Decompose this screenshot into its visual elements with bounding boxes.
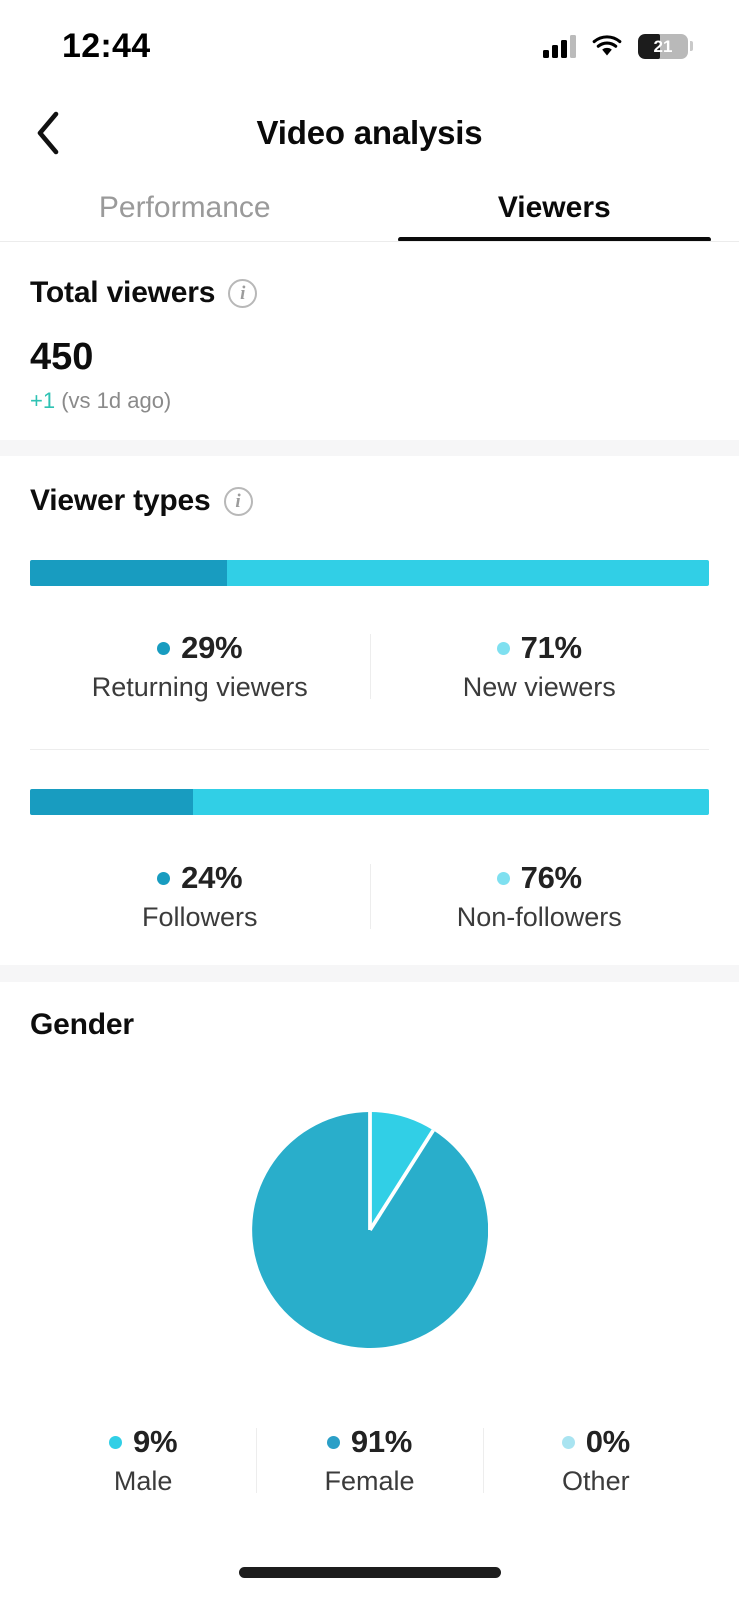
legend-percent-row: 24%	[157, 860, 243, 896]
legend-percent: 9%	[133, 1424, 178, 1459]
status-bar-time: 12:44	[62, 26, 151, 65]
legend-percent: 29%	[181, 630, 243, 665]
gender-pie-chart	[0, 1112, 739, 1348]
legend-percent: 0%	[585, 1424, 631, 1459]
tab-performance-label: Performance	[98, 191, 271, 224]
total-viewers-section: Total viewers i 450 +1 (vs 1d ago)	[0, 242, 739, 440]
legend-label: Followers	[141, 902, 258, 932]
total-viewers-value: 450	[30, 336, 94, 378]
legend-percent-row: 91%	[326, 1424, 413, 1460]
pie-chart-svg	[251, 1112, 488, 1348]
viewer-types-legend: 29% Returning viewers 71% New viewers	[30, 630, 709, 703]
legend-item-female: 91% Female	[256, 1424, 482, 1497]
tab-bar: Performance Viewers	[0, 174, 739, 242]
info-icon[interactable]: i	[223, 486, 253, 516]
bar-segment-non-followers	[192, 789, 709, 815]
legend-percent-row: 29%	[157, 630, 243, 666]
viewer-types-title: Viewer types	[30, 484, 211, 517]
bar-segment-new	[226, 560, 709, 586]
total-viewers-title: Total viewers	[30, 276, 216, 309]
legend-item-male: 9% Male	[30, 1424, 256, 1497]
cellular-signal-icon	[543, 34, 576, 58]
section-divider-1	[0, 440, 739, 456]
legend-percent: 91%	[350, 1424, 413, 1459]
legend-item-other: 0% Other	[482, 1424, 709, 1497]
section-divider-2	[0, 965, 739, 982]
legend-dot-icon	[561, 1435, 575, 1449]
battery-level-label: 21	[653, 36, 673, 56]
legend-dot-icon	[496, 871, 510, 885]
viewer-types-bar	[30, 560, 709, 586]
legend-percent: 71%	[520, 630, 582, 665]
followers-legend: 24% Followers 76% Non-followers	[30, 860, 709, 933]
tab-performance[interactable]: Performance	[0, 174, 370, 242]
legend-percent-row: 76%	[496, 860, 582, 896]
bar-segment-returning	[30, 560, 227, 586]
battery-icon: 21	[638, 33, 693, 59]
legend-item-followers: 24% Followers	[30, 860, 370, 933]
legend-label: Female	[324, 1466, 415, 1496]
legend-percent-row: 9%	[109, 1424, 178, 1460]
total-viewers-delta-value: +1	[30, 388, 56, 413]
bar-segment-followers	[30, 789, 193, 815]
total-viewers-delta-suffix: (vs 1d ago)	[55, 388, 172, 413]
legend-label: New viewers	[462, 672, 616, 702]
total-viewers-delta: +1 (vs 1d ago)	[0, 388, 739, 414]
status-bar: 12:44 21	[0, 0, 739, 92]
legend-label: Returning viewers	[91, 672, 308, 702]
legend-item-returning-viewers: 29% Returning viewers	[30, 630, 370, 703]
followers-bar	[30, 789, 709, 815]
legend-percent: 76%	[520, 860, 582, 895]
tab-viewers-label: Viewers	[497, 191, 611, 224]
legend-label: Other	[562, 1466, 630, 1496]
gender-legend: 9% Male 91% Female 0% Other	[30, 1424, 709, 1497]
status-bar-icons: 21	[543, 33, 693, 59]
gender-title: Gender	[30, 1008, 134, 1041]
info-icon[interactable]: i	[228, 278, 258, 308]
legend-percent-row: 0%	[561, 1424, 631, 1460]
viewer-types-inner-divider	[30, 749, 709, 750]
legend-item-non-followers: 76% Non-followers	[369, 860, 710, 933]
legend-label: Male	[113, 1466, 173, 1496]
legend-item-new-viewers: 71% New viewers	[369, 630, 710, 703]
nav-bar: Video analysis	[0, 92, 739, 174]
tab-viewers[interactable]: Viewers	[370, 174, 739, 242]
legend-percent-row: 71%	[496, 630, 582, 666]
legend-dot-icon	[326, 1435, 340, 1449]
legend-dot-icon	[157, 871, 171, 885]
chevron-left-icon	[37, 111, 59, 155]
wifi-icon	[592, 34, 622, 58]
page-title: Video analysis	[256, 114, 483, 151]
app-screen: 12:44 21 Video analysis Performance View…	[0, 0, 739, 1600]
legend-dot-icon	[109, 1435, 123, 1449]
home-indicator[interactable]	[238, 1567, 501, 1578]
gender-header: Gender	[0, 1008, 739, 1042]
total-viewers-header: Total viewers i	[0, 276, 739, 310]
legend-percent: 24%	[181, 860, 243, 895]
legend-label: Non-followers	[456, 902, 622, 932]
legend-dot-icon	[157, 641, 171, 655]
back-button[interactable]	[22, 107, 74, 159]
viewer-types-header: Viewer types i	[0, 484, 739, 518]
legend-dot-icon	[496, 641, 510, 655]
